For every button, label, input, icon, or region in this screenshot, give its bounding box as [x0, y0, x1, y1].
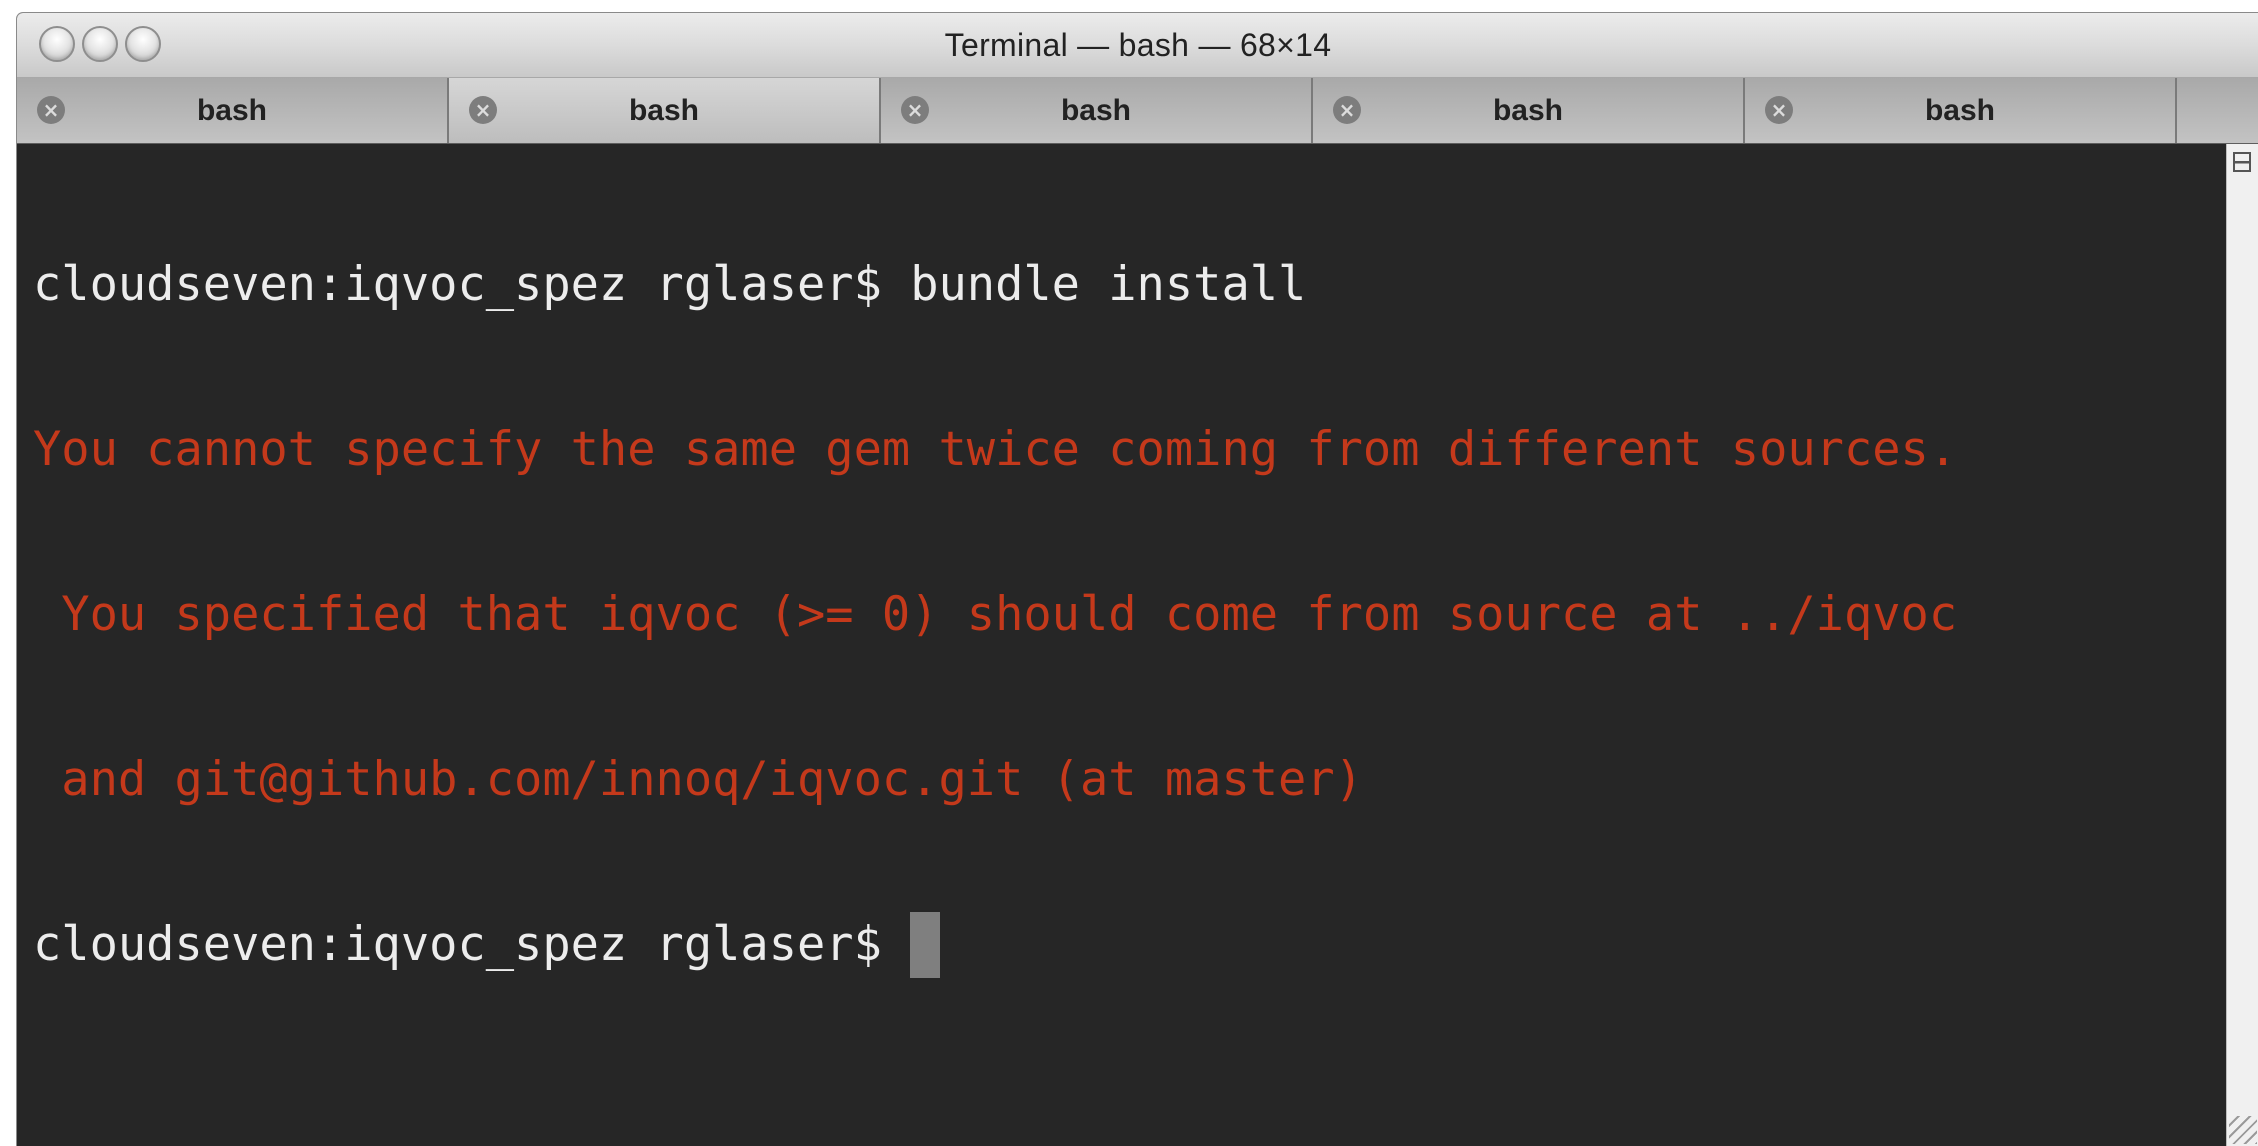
terminal-line-text: cloudseven:iqvoc_spez rglaser$ bundle in…	[33, 257, 1307, 312]
tab-label: bash	[628, 94, 700, 127]
tab-label: bash	[196, 94, 268, 127]
tab-bash-2[interactable]: × bash	[449, 78, 881, 143]
terminal-line-error: You specified that iqvoc (>= 0) should c…	[33, 580, 2227, 649]
terminal-line-prompt: cloudseven:iqvoc_spez rglaser$	[33, 910, 2227, 979]
tab-bash-4[interactable]: × bash	[1313, 78, 1745, 143]
title-bar[interactable]: Terminal — bash — 68×14	[17, 13, 2258, 78]
split-pane-icon[interactable]	[2233, 152, 2251, 172]
tab-label: bash	[1924, 94, 1996, 127]
resize-grip-icon[interactable]	[2229, 1116, 2257, 1144]
tab-bar-empty-area	[2177, 78, 2258, 143]
tab-label: bash	[1060, 94, 1132, 127]
tab-bash-3[interactable]: × bash	[881, 78, 1313, 143]
tab-bash-1[interactable]: × bash	[17, 78, 449, 143]
terminal-line-text: You cannot specify the same gem twice co…	[33, 422, 1958, 477]
tab-bash-5[interactable]: × bash	[1745, 78, 2177, 143]
text-cursor	[910, 911, 941, 978]
tab-label: bash	[1492, 94, 1564, 127]
terminal-line-error: and git@github.com/innoq/iqvoc.git (at m…	[33, 745, 2227, 814]
vertical-scrollbar[interactable]	[2226, 144, 2258, 1146]
terminal-line-text: You specified that iqvoc (>= 0) should c…	[33, 587, 1958, 642]
terminal-output[interactable]: cloudseven:iqvoc_spez rglaser$ bundle in…	[17, 144, 2227, 1146]
terminal-line-error: You cannot specify the same gem twice co…	[33, 415, 2227, 484]
tab-bar: × bash × bash × bash × bash × bash	[17, 78, 2258, 144]
terminal-line-text: cloudseven:iqvoc_spez rglaser$	[33, 917, 911, 972]
terminal-line-text: and git@github.com/innoq/iqvoc.git (at m…	[33, 752, 1363, 807]
terminal-line-command: cloudseven:iqvoc_spez rglaser$ bundle in…	[33, 250, 2227, 319]
terminal-window: Terminal — bash — 68×14 × bash × bash × …	[16, 12, 2258, 1146]
window-title: Terminal — bash — 68×14	[944, 27, 1332, 63]
